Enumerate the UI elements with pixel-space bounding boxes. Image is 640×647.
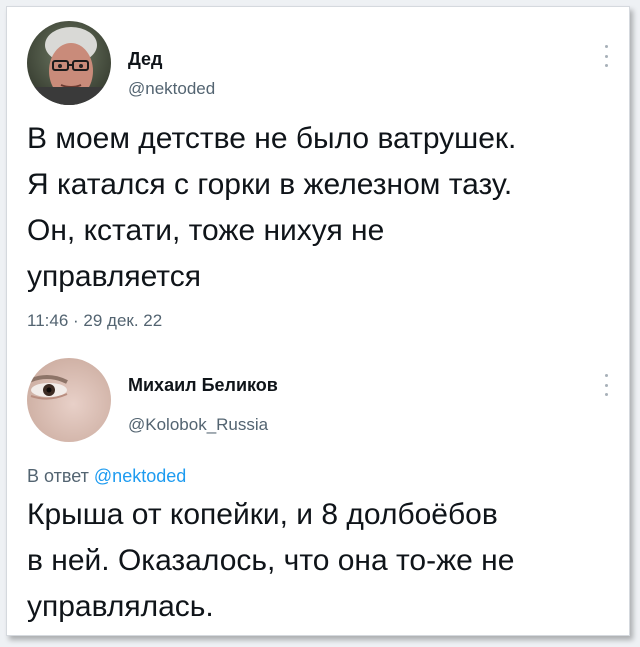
screenshot-card: Дед @nektoded В моем детстве не было ват… [6,6,630,636]
avatar[interactable] [27,21,111,105]
author-handle[interactable]: @Kolobok_Russia [128,415,268,435]
author-handle[interactable]: @nektoded [128,79,215,99]
avatar[interactable] [27,358,111,442]
author-name[interactable]: Михаил Беликов [128,375,278,396]
tweet-text: В моем детстве не было ватрушек. Я катал… [27,122,517,293]
reply-prefix: В ответ [27,466,89,486]
tweet-original[interactable]: Дед @nektoded В моем детстве не было ват… [7,7,629,342]
reply-mention-link[interactable]: @nektoded [94,466,186,486]
tweet-reply[interactable]: Михаил Беликов @Kolobok_Russia В ответ @… [7,342,629,635]
tweet-text: Крыша от копейки, и 8 долбоёбов в ней. О… [27,498,515,623]
closeup-eye-photo [27,358,111,442]
tweet-timestamp[interactable]: 11:46 · 29 дек. 22 [27,311,162,331]
vertical-ellipsis-icon[interactable] [603,45,609,67]
reply-context: В ответ @nektoded [27,466,186,487]
elderly-man-photo [27,21,111,105]
author-name[interactable]: Дед [128,49,162,70]
vertical-ellipsis-icon[interactable] [603,374,609,396]
